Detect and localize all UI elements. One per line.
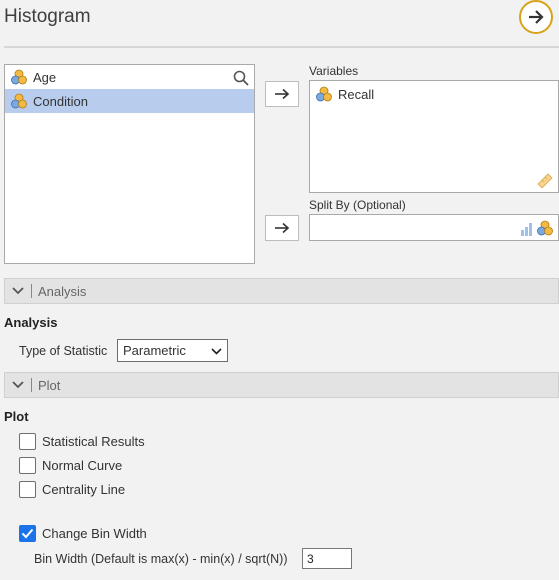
variables-label: Variables [309, 64, 359, 78]
chevron-down-icon [211, 348, 222, 355]
checkbox-label: Centrality Line [42, 482, 126, 497]
arrow-right-icon [275, 222, 290, 234]
section-bar-label: Analysis [38, 283, 87, 299]
nominal-variable-icon [316, 86, 332, 102]
arrow-right-circle-icon [529, 10, 544, 24]
variables-drop-zone[interactable]: Recall [309, 80, 559, 193]
list-item-label: Age [33, 69, 57, 85]
move-to-variables-button[interactable] [265, 81, 299, 107]
list-item[interactable]: Recall [310, 81, 558, 107]
centrality-line-checkbox[interactable]: Centrality Line [19, 481, 125, 498]
nominal-variable-icon [11, 93, 27, 109]
run-button[interactable] [519, 0, 553, 34]
change-bin-width-checkbox[interactable]: Change Bin Width [19, 525, 147, 542]
select-value: Parametric [123, 343, 186, 358]
normal-curve-checkbox[interactable]: Normal Curve [19, 457, 122, 474]
page-title: Histogram [4, 6, 91, 27]
plot-section-toggle[interactable]: Plot [4, 372, 559, 398]
type-of-statistic-select[interactable]: Parametric [117, 339, 228, 362]
arrow-right-icon [275, 88, 290, 100]
section-separator [31, 378, 32, 392]
bin-width-label: Bin Width (Default is max(x) - min(x) / … [34, 552, 288, 566]
bin-width-input[interactable] [302, 548, 352, 569]
analysis-heading: Analysis [4, 315, 58, 330]
section-bar-label: Plot [38, 377, 61, 393]
plot-heading: Plot [4, 409, 29, 424]
checkbox-label: Normal Curve [42, 458, 123, 473]
source-variable-list[interactable]: Age Condition [4, 64, 255, 264]
list-item[interactable]: Age [5, 65, 254, 89]
chevron-down-icon [5, 381, 31, 389]
search-icon[interactable] [233, 70, 249, 86]
section-separator [31, 284, 32, 298]
list-item-label: Recall [338, 86, 375, 102]
analysis-section-toggle[interactable]: Analysis [4, 278, 559, 304]
ruler-icon [537, 173, 553, 188]
checkbox-box[interactable] [19, 433, 36, 450]
checkmark-icon [21, 528, 34, 539]
checkbox-box[interactable] [19, 457, 36, 474]
checkbox-box[interactable] [19, 481, 36, 498]
type-of-statistic-label: Type of Statistic [19, 344, 108, 358]
move-to-split-by-button[interactable] [265, 215, 299, 241]
nominal-variable-icon [11, 69, 27, 85]
list-item[interactable]: Condition [5, 89, 254, 113]
chevron-down-icon [5, 287, 31, 295]
checkbox-box[interactable] [19, 525, 36, 542]
bar-chart-nominal-icon [521, 220, 553, 236]
split-by-drop-zone[interactable] [309, 214, 559, 241]
list-item-label: Condition [33, 93, 88, 109]
checkbox-label: Change Bin Width [42, 526, 147, 541]
split-by-label: Split By (Optional) [309, 198, 406, 212]
statistical-results-checkbox[interactable]: Statistical Results [19, 433, 145, 450]
title-divider [4, 46, 559, 48]
checkbox-label: Statistical Results [42, 434, 145, 449]
